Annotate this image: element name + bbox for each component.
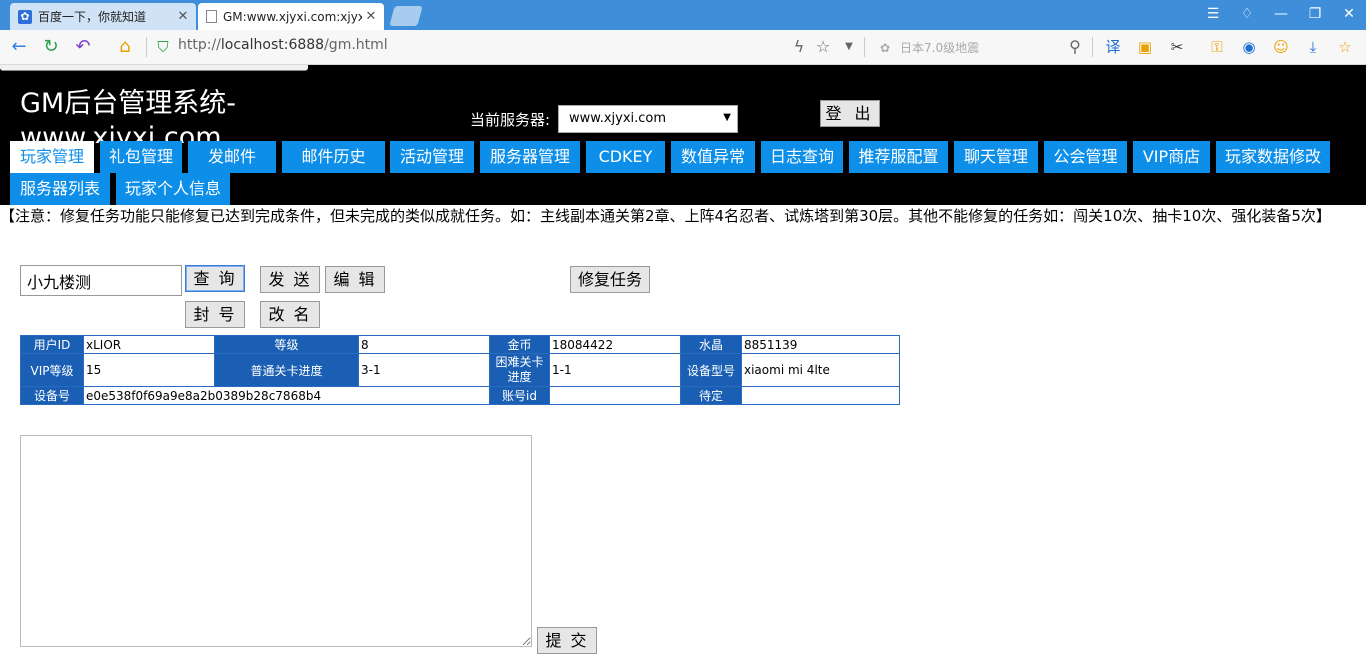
table-key: 等级 <box>214 335 359 354</box>
search-input[interactable]: 日本7.0级地震 <box>900 39 979 56</box>
table-value <box>741 386 900 405</box>
tab-server-management[interactable]: 服务器管理 <box>480 141 580 173</box>
fix-task-button[interactable]: 修复任务 <box>570 266 650 293</box>
close-icon[interactable]: ✕ <box>174 9 192 24</box>
table-key: 设备型号 <box>680 353 742 387</box>
url-field[interactable]: http://localhost:6888/gm.html <box>178 37 388 53</box>
refresh-icon[interactable]: ↻ <box>40 36 62 58</box>
fix-task-notice: 【注意：修复任务功能只能修复已达到完成条件，但未完成的类似成就任务。如：主线副本… <box>0 207 1331 225</box>
table-row: 用户ID xLIOR 等级 8 金币 18084422 水晶 8851139 <box>20 335 900 354</box>
table-key: 金币 <box>489 335 550 354</box>
baidu-search-icon: ✿ <box>879 41 891 55</box>
magnifier-icon[interactable]: ◉ <box>1240 38 1258 56</box>
table-value: 8 <box>358 335 490 354</box>
table-value: 3-1 <box>358 353 490 387</box>
submit-button[interactable]: 提 交 <box>537 627 597 654</box>
ban-account-button[interactable]: 封 号 <box>185 301 245 328</box>
table-value: xiaomi mi 4lte <box>741 353 900 387</box>
table-key: 用户ID <box>20 335 84 354</box>
table-row: 设备号 e0e538f0f69a9e8a2b0389b28c7868b4 账号i… <box>20 386 900 405</box>
browser-address-bar: ← ↻ ↶ ⌂ ⛉ http://localhost:6888/gm.html … <box>0 30 1366 65</box>
tab-event-management[interactable]: 活动管理 <box>390 141 474 173</box>
restore-icon[interactable]: ❐ <box>1306 6 1324 22</box>
search-icon[interactable]: ⚲ <box>1064 36 1086 58</box>
tab-log-query[interactable]: 日志查询 <box>761 141 843 173</box>
star-icon[interactable]: ☆ <box>812 36 834 58</box>
table-value: 18084422 <box>549 335 681 354</box>
tab-chat-management[interactable]: 聊天管理 <box>954 141 1038 173</box>
browser-tab-title: GM:www.xjyxi.com:xjyx <box>223 9 362 24</box>
rename-button[interactable]: 改 名 <box>260 301 320 328</box>
table-value: xLIOR <box>83 335 215 354</box>
url-host: localhost:6888 <box>220 37 325 53</box>
table-key: 待定 <box>680 386 742 405</box>
close-icon[interactable]: ✕ <box>362 9 380 24</box>
page-header: GM后台管理系统-www.xjyxi.com 当前服务器: www.xjyxi.… <box>0 65 1366 205</box>
browser-tab-baidu[interactable]: ✿ 百度一下，你就知道 ✕ <box>10 3 196 30</box>
url-prefix: http:// <box>178 37 221 53</box>
table-row: VIP等级 15 普通关卡进度 3-1 困难关卡进度 1-1 设备型号 xiao… <box>20 353 900 387</box>
query-button[interactable]: 查 询 <box>185 265 245 292</box>
browser-tab-title: 百度一下，你就知道 <box>38 10 147 24</box>
tab-player-data-edit[interactable]: 玩家数据修改 <box>1216 141 1330 173</box>
window-close-icon[interactable]: ✕ <box>1340 6 1358 22</box>
favorites-star-icon[interactable]: ☆ <box>1336 38 1354 56</box>
server-select[interactable]: www.xjyxi.com ▼ <box>558 105 738 133</box>
table-value <box>549 386 681 405</box>
table-value: e0e538f0f69a9e8a2b0389b28c7868b4 <box>83 386 490 405</box>
chevron-down-icon: ▼ <box>723 112 731 123</box>
url-path: /gm.html <box>324 37 388 53</box>
table-key: 困难关卡进度 <box>489 353 550 387</box>
table-value: 15 <box>83 353 215 387</box>
menu-icon[interactable]: ☰ <box>1204 6 1222 22</box>
tab-mail-history[interactable]: 邮件历史 <box>282 141 385 173</box>
secure-shield-icon: ⛉ <box>157 38 169 56</box>
tab-recommended-server-config[interactable]: 推荐服配置 <box>849 141 948 173</box>
player-info-table: 用户ID xLIOR 等级 8 金币 18084422 水晶 8851139 V… <box>20 335 900 405</box>
tab-server-list[interactable]: 服务器列表 <box>10 173 110 205</box>
send-button[interactable]: 发 送 <box>260 266 320 293</box>
home-icon[interactable]: ⌂ <box>114 36 136 58</box>
browser-tab-gm[interactable]: GM:www.xjyxi.com:xjyx ✕ <box>198 3 384 30</box>
logout-button[interactable]: 登 出 <box>820 100 880 127</box>
scissors-icon[interactable]: ✂ <box>1168 38 1186 56</box>
table-key: 普通关卡进度 <box>214 353 359 387</box>
skin-icon[interactable]: ♢ <box>1238 6 1256 22</box>
table-key: VIP等级 <box>20 353 84 387</box>
baidu-paw-icon: ✿ <box>18 9 32 24</box>
tab-player-personal-info[interactable]: 玩家个人信息 <box>116 173 230 205</box>
translate-icon[interactable]: 译 <box>1104 38 1122 56</box>
tab-player-management[interactable]: 玩家管理 <box>10 141 94 173</box>
key-icon[interactable]: ⚿ <box>1208 38 1226 56</box>
server-select-value: www.xjyxi.com <box>569 111 667 126</box>
table-key: 水晶 <box>680 335 742 354</box>
site-title: GM后台管理系统-www.xjyxi.com <box>20 88 236 143</box>
loading-indicator <box>0 65 308 71</box>
table-value: 8851139 <box>741 335 900 354</box>
new-tab-button[interactable] <box>389 6 423 26</box>
minimize-icon[interactable]: — <box>1272 6 1290 22</box>
table-key: 账号id <box>489 386 550 405</box>
undo-icon[interactable]: ↶ <box>72 36 94 58</box>
back-icon[interactable]: ← <box>8 36 30 58</box>
tab-cdkey[interactable]: CDKEY <box>586 141 665 173</box>
download-icon[interactable]: ⤓ <box>1304 38 1322 56</box>
chevron-down-icon[interactable]: ▼ <box>838 36 860 58</box>
tab-value-anomaly[interactable]: 数值异常 <box>671 141 755 173</box>
page-icon <box>206 10 217 23</box>
tab-vip-shop[interactable]: VIP商店 <box>1133 141 1210 173</box>
table-value: 1-1 <box>549 353 681 387</box>
edit-button[interactable]: 编 辑 <box>325 266 385 293</box>
screenshot-icon[interactable]: ▣ <box>1136 38 1154 56</box>
tab-send-mail[interactable]: 发邮件 <box>188 141 276 173</box>
table-key: 设备号 <box>20 386 84 405</box>
server-label: 当前服务器: <box>470 111 551 129</box>
result-textarea[interactable] <box>20 435 532 647</box>
player-search-input[interactable] <box>20 265 182 296</box>
tab-gift-management[interactable]: 礼包管理 <box>100 141 182 173</box>
tab-guild-management[interactable]: 公会管理 <box>1044 141 1127 173</box>
browser-tab-bar: ✿ 百度一下，你就知道 ✕ GM:www.xjyxi.com:xjyx ✕ ☰ … <box>0 0 1366 30</box>
more-icon[interactable]: ☺ <box>1272 38 1290 56</box>
lightning-icon[interactable]: ϟ <box>788 36 810 58</box>
